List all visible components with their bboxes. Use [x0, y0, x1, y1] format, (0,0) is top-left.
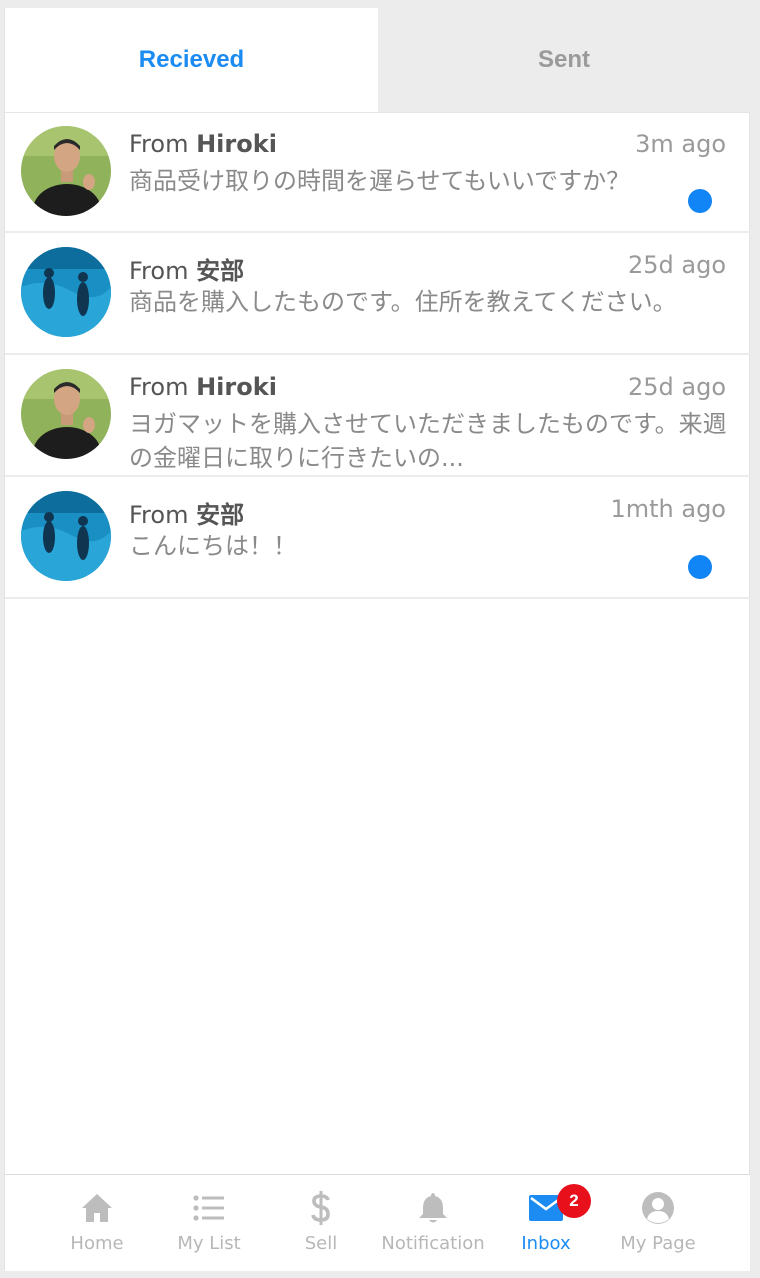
nav-my-list[interactable]: My List [153, 1175, 265, 1271]
message-sender: From Hiroki [129, 130, 277, 158]
from-prefix: From [129, 501, 197, 529]
tab-sent[interactable]: Sent [378, 8, 750, 112]
list-icon [153, 1191, 265, 1225]
message-item[interactable]: From Hiroki 25d ago ヨガマットを購入させていただきましたもの… [5, 355, 750, 477]
sender-name: 安部 [196, 257, 245, 285]
message-time: 1mth ago [610, 495, 726, 523]
from-prefix: From [129, 130, 197, 158]
from-prefix: From [129, 257, 197, 285]
message-item[interactable]: From 安部 25d ago 商品を購入したものです。住所を教えてください。 [5, 233, 750, 355]
message-preview: ヨガマットを購入させていただきましたものです。来週の金曜日に取りに行きたいの..… [129, 410, 727, 472]
sender-name: 安部 [196, 501, 245, 529]
avatar-hiroki [21, 369, 111, 459]
message-sender: From Hiroki [129, 373, 277, 401]
bottom-nav: Home My List Sell Notification 2 Inbox M… [5, 1174, 750, 1271]
sender-name: Hiroki [196, 373, 277, 401]
sender-name: Hiroki [196, 130, 277, 158]
avatar-abe [21, 247, 111, 337]
nav-sell[interactable]: Sell [265, 1175, 377, 1271]
message-sender: From 安部 [129, 251, 244, 286]
unread-dot [688, 189, 712, 213]
message-tabs: Recieved Sent [5, 8, 750, 113]
message-preview: 商品を購入したものです。住所を教えてください。 [129, 288, 677, 316]
user-circle-icon [602, 1191, 714, 1225]
avatar-abe [21, 491, 111, 581]
inbox-badge: 2 [557, 1184, 591, 1218]
nav-inbox[interactable]: 2 Inbox [490, 1175, 602, 1271]
avatar-hiroki [21, 126, 111, 216]
nav-notification[interactable]: Notification [377, 1175, 489, 1271]
message-sender: From 安部 [129, 495, 244, 530]
inbox-screen: Recieved Sent From Hiroki 3m ago 商品受け取りの… [4, 8, 750, 1271]
tab-received[interactable]: Recieved [5, 8, 378, 112]
nav-label: My Page [620, 1233, 696, 1254]
dollar-icon [265, 1191, 377, 1225]
message-item[interactable]: From Hiroki 3m ago 商品受け取りの時間を遅らせてもいいですか？ [5, 112, 750, 233]
nav-home[interactable]: Home [41, 1175, 153, 1271]
message-time: 3m ago [635, 130, 726, 158]
message-item[interactable]: From 安部 1mth ago こんにちは！！ [5, 477, 750, 599]
message-list: From Hiroki 3m ago 商品受け取りの時間を遅らせてもいいですか？ [5, 112, 750, 599]
nav-my-page[interactable]: My Page [602, 1175, 714, 1271]
from-prefix: From [129, 373, 197, 401]
message-preview: こんにちは！！ [129, 532, 297, 560]
message-time: 25d ago [627, 373, 726, 401]
message-preview: 商品受け取りの時間を遅らせてもいいですか？ [129, 167, 631, 195]
message-time: 25d ago [627, 251, 726, 279]
home-icon [41, 1191, 153, 1225]
unread-dot [688, 555, 712, 579]
bell-icon [377, 1191, 489, 1225]
